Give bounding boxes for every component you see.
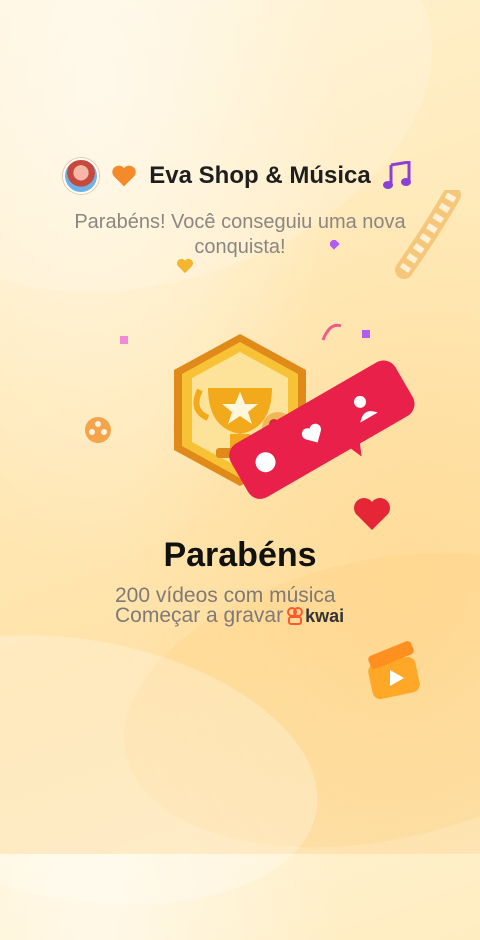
record-prompt[interactable]: Começar a gravar kwai [115,604,344,628]
confetti-icon [321,323,342,341]
achievement-subtitle: Parabéns! Você conseguiu uma nova conqui… [74,211,406,258]
clapperboard-icon [368,641,420,700]
music-notes-icon [382,161,411,189]
kwai-logo-icon [287,607,304,625]
kwai-logo: kwai [287,606,344,627]
confetti-icon [120,336,128,344]
confetti-icon [362,330,370,338]
record-prompt-text: Começar a gravar [115,604,284,627]
profile-header: Eva Shop & Música [0,158,480,194]
background-swoosh [0,600,339,940]
social-notification-icon [229,360,415,499]
film-reel-icon [85,417,111,443]
heart-icon [177,258,193,274]
orange-heart-icon [112,165,136,187]
kwai-logo-text: kwai [305,605,345,626]
congratulations-title: Parabéns [163,536,317,574]
avatar[interactable] [63,158,100,194]
username: Eva Shop & Música [149,162,371,189]
